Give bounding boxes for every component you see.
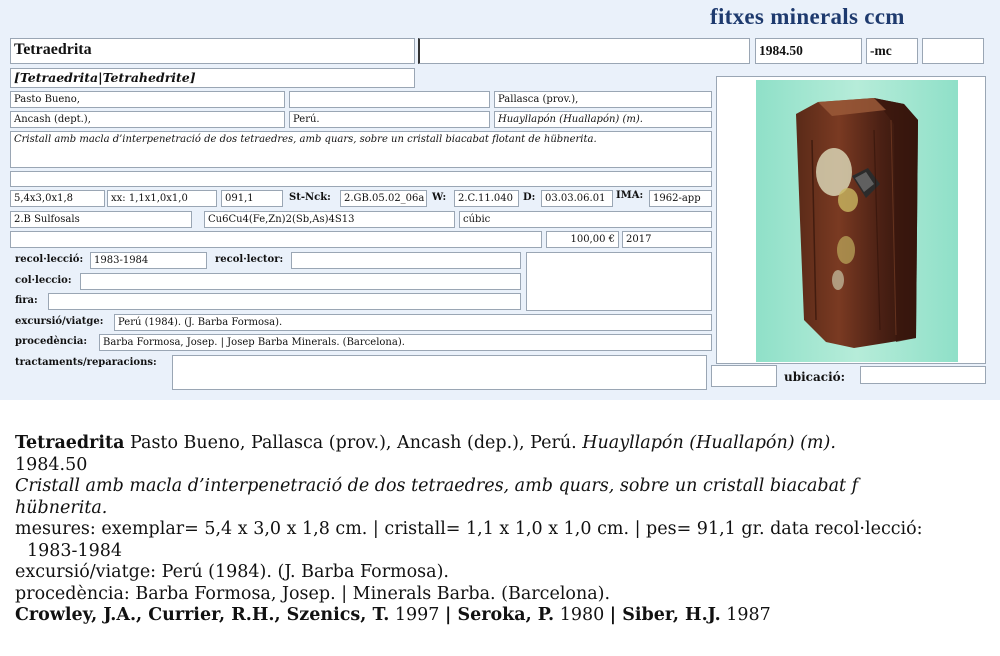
recollection-field[interactable]: 1983-1984 <box>90 252 207 269</box>
excursio-label: excursió/viatge: <box>15 316 104 327</box>
side-notes-field[interactable] <box>526 252 712 311</box>
fira-label: fira: <box>15 295 38 306</box>
procedencia-label: procedència: <box>15 336 88 347</box>
procedencia-field[interactable]: Barba Formosa, Josep. | Josep Barba Mine… <box>99 334 712 351</box>
reference-author: Seroka, P. <box>457 605 555 625</box>
specimen-photo[interactable] <box>756 80 958 362</box>
colleccio-label: col·leccio: <box>15 275 72 286</box>
ubicacio-field[interactable] <box>860 366 986 384</box>
summary-measures-2: 1983-1984 <box>27 540 122 561</box>
reference-year: 1980 <box>554 605 610 625</box>
strunz-field[interactable]: 2.GB.05.02_06a <box>340 190 427 207</box>
summary-measures-1: mesures: exemplar= 5,4 x 3,0 x 1,8 cm. |… <box>15 519 923 539</box>
catalog-extra-field[interactable] <box>922 38 984 64</box>
app-title: fitxes minerals ccm <box>710 4 905 29</box>
summary-description-1: Cristall amb macla d’interpenetració de … <box>15 476 859 496</box>
tractaments-label: tractaments/reparacions: <box>15 357 157 368</box>
mineral-name-field[interactable]: Tetraedrita <box>10 38 415 64</box>
summary-locality: Pasto Bueno, Pallasca (prov.), Ancash (d… <box>124 433 583 453</box>
mine-field[interactable]: Huayllapón (Huallapón) (m). <box>494 111 712 128</box>
weight-field[interactable]: 091,1 <box>221 190 283 207</box>
year-field[interactable]: 2017 <box>622 231 712 248</box>
d-label: D: <box>523 192 536 203</box>
w-label: W: <box>432 192 447 203</box>
fira-field[interactable] <box>48 293 521 310</box>
ubicacio-label: ubicació: <box>784 370 846 384</box>
notes-field[interactable] <box>10 171 712 187</box>
summary-catalog: 1984.50 <box>15 454 88 475</box>
crystal-size-field[interactable]: xx: 1,1x1,0x1,0 <box>107 190 217 207</box>
crystal-system-field[interactable]: cúbic <box>459 211 712 228</box>
specimen-size-field[interactable]: 5,4x3,0x1,8 <box>10 190 105 207</box>
summary-procedencia: procedència: Barba Formosa, Josep. | Min… <box>15 583 611 604</box>
reference-author: Crowley, J.A., Currier, R.H., Szenics, T… <box>15 605 390 625</box>
colleccio-field[interactable] <box>80 273 521 290</box>
ima-field[interactable]: 1962-app <box>649 190 712 207</box>
formula-field[interactable]: Cu6Cu4(Fe,Zn)2(Sb,As)4S13 <box>204 211 455 228</box>
price-field[interactable]: 100,00 € <box>546 231 619 248</box>
strunz-label: St-Nck: <box>289 192 331 203</box>
mineral-record-card: fitxes minerals ccm Tetraedrita 1984.50 … <box>0 0 1000 400</box>
catalog-number-field[interactable]: 1984.50 <box>755 38 862 64</box>
w-field[interactable]: 2.C.11.040 <box>454 190 519 207</box>
reference-year: 1997 <box>389 605 445 625</box>
blank-header-field[interactable] <box>418 38 750 64</box>
collector-field[interactable] <box>291 252 521 269</box>
description-field[interactable]: Cristall amb macla d’interpenetració de … <box>10 131 712 168</box>
locality-1-field[interactable]: Pasto Bueno, <box>10 91 285 108</box>
d-field[interactable]: 03.03.06.01 <box>541 190 613 207</box>
price-blank-field[interactable] <box>10 231 542 248</box>
reference-author: Siber, H.J. <box>622 605 721 625</box>
summary-references: Crowley, J.A., Currier, R.H., Szenics, T… <box>15 605 990 627</box>
summary-description-2: hübnerita. <box>15 497 108 518</box>
region-field[interactable]: Ancash (dept.), <box>10 111 285 128</box>
ima-label: IMA: <box>616 190 644 201</box>
tractaments-field[interactable] <box>172 355 707 390</box>
summary-name: Tetraedrita <box>15 433 125 453</box>
catalog-suffix-field[interactable]: -mc <box>866 38 918 64</box>
tetrahedrite-crystal-image <box>796 98 918 348</box>
summary-excursio: excursió/viatge: Perú (1984). (J. Barba … <box>15 562 449 582</box>
country-field[interactable]: Perú. <box>289 111 490 128</box>
locality-2-field[interactable] <box>289 91 490 108</box>
recollection-label: recol·lecció: <box>15 254 84 265</box>
reference-separator: | <box>444 605 458 625</box>
locality-3-field[interactable]: Pallasca (prov.), <box>494 91 712 108</box>
record-summary: Tetraedrita Pasto Bueno, Pallasca (prov.… <box>15 433 990 627</box>
reference-year: 1987 <box>720 605 771 625</box>
class-field[interactable]: 2.B Sulfosals <box>10 211 192 228</box>
species-field[interactable]: [Tetraedrita|Tetrahedrite] <box>10 68 415 88</box>
excursio-field[interactable]: Perú (1984). (J. Barba Formosa). <box>114 314 712 331</box>
location-code-field[interactable] <box>711 365 777 387</box>
summary-mine: Huayllapón (Huallapón) (m). <box>582 433 836 453</box>
collector-label: recol·lector: <box>215 254 284 265</box>
reference-separator: | <box>609 605 623 625</box>
